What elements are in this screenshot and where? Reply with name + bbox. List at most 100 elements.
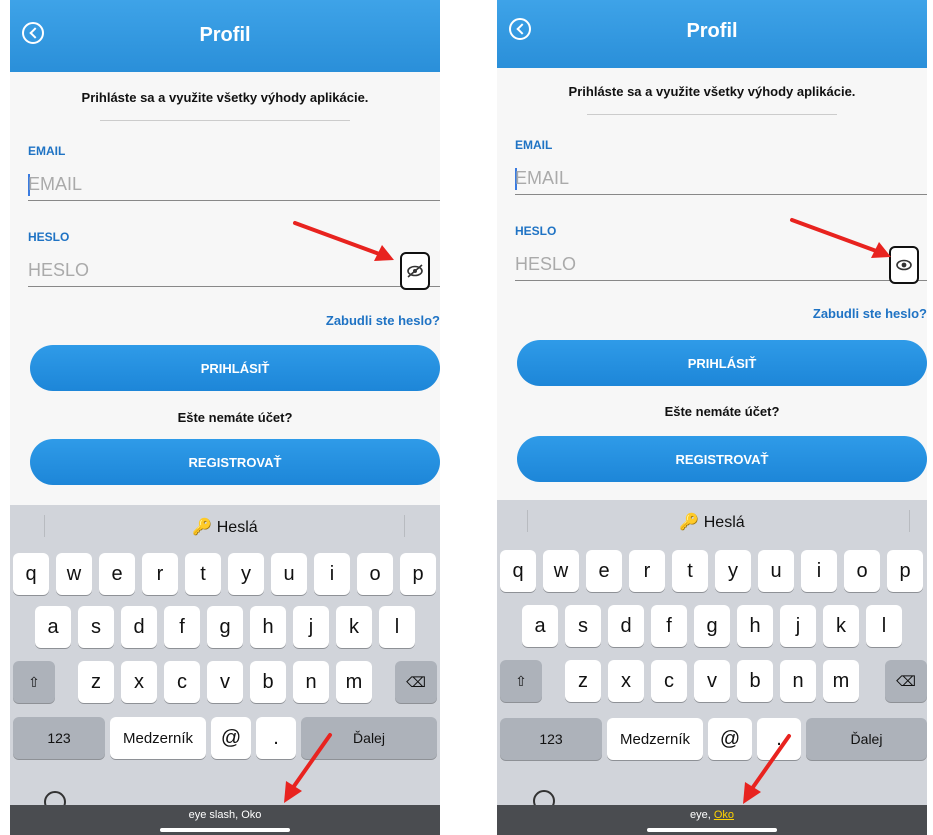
key-l[interactable]: l <box>379 606 415 648</box>
key-y[interactable]: y <box>228 553 264 595</box>
key-z[interactable]: z <box>565 660 601 702</box>
key-n[interactable]: n <box>293 661 329 703</box>
key-d[interactable]: d <box>121 606 157 648</box>
key-r[interactable]: r <box>142 553 178 595</box>
backspace-key[interactable]: ⌫ <box>885 660 927 702</box>
numbers-key[interactable]: 123 <box>500 718 602 760</box>
at-key[interactable]: @ <box>211 717 251 759</box>
key-o[interactable]: o <box>844 550 880 592</box>
key-n[interactable]: n <box>780 660 816 702</box>
email-field[interactable]: EMAIL <box>515 164 927 195</box>
key-icon: 🔑 <box>679 514 700 531</box>
key-i[interactable]: i <box>314 553 350 595</box>
login-button[interactable]: PRIHLÁSIŤ <box>30 345 440 391</box>
header-title: Profil <box>199 24 251 46</box>
key-k[interactable]: k <box>336 606 372 648</box>
key-f[interactable]: f <box>164 606 200 648</box>
forgot-password-link[interactable]: Zabudli ste heslo? <box>326 313 440 328</box>
voiceover-caption-bar: eye, Oko <box>497 805 927 835</box>
key-g[interactable]: g <box>207 606 243 648</box>
password-label: HESLO <box>515 224 557 238</box>
passwords-suggestion[interactable]: 🔑 Heslá <box>10 517 440 537</box>
backspace-icon: ⌫ <box>896 672 916 689</box>
space-key[interactable]: Medzerník <box>607 718 703 760</box>
passwords-suggestion[interactable]: 🔑 Heslá <box>497 512 927 532</box>
key-r[interactable]: r <box>629 550 665 592</box>
voiceover-word: Oko <box>241 809 262 821</box>
eye-slash-icon[interactable] <box>400 252 430 290</box>
key-u[interactable]: u <box>271 553 307 595</box>
home-indicator[interactable] <box>160 828 290 832</box>
key-j[interactable]: j <box>293 606 329 648</box>
key-y[interactable]: y <box>715 550 751 592</box>
home-indicator[interactable] <box>647 828 777 832</box>
key-f[interactable]: f <box>651 605 687 647</box>
login-button[interactable]: PRIHLÁSIŤ <box>517 340 927 386</box>
key-b[interactable]: b <box>737 660 773 702</box>
key-i[interactable]: i <box>801 550 837 592</box>
subtitle: Prihláste sa a využite všetky výhody apl… <box>81 90 369 105</box>
login-form: Prihláste sa a využite všetky výhody apl… <box>10 72 440 505</box>
key-q[interactable]: q <box>13 553 49 595</box>
key-w[interactable]: w <box>56 553 92 595</box>
register-button[interactable]: REGISTROVAŤ <box>30 439 440 485</box>
key-z[interactable]: z <box>78 661 114 703</box>
key-t[interactable]: t <box>185 553 221 595</box>
voiceover-caption-bar: eye slash, Oko <box>10 805 440 835</box>
numbers-key[interactable]: 123 <box>13 717 105 759</box>
key-e[interactable]: e <box>99 553 135 595</box>
key-h[interactable]: h <box>737 605 773 647</box>
key-w[interactable]: w <box>543 550 579 592</box>
key-m[interactable]: m <box>336 661 372 703</box>
space-key[interactable]: Medzerník <box>110 717 206 759</box>
key-c[interactable]: c <box>651 660 687 702</box>
key-m[interactable]: m <box>823 660 859 702</box>
key-v[interactable]: v <box>694 660 730 702</box>
voiceover-word: Oko <box>713 809 735 821</box>
forgot-password-link[interactable]: Zabudli ste heslo? <box>813 306 927 321</box>
divider <box>587 114 837 115</box>
key-s[interactable]: s <box>565 605 601 647</box>
email-placeholder: EMAIL <box>515 168 570 188</box>
passwords-label: Heslá <box>703 514 745 531</box>
voiceover-caption: eye, Oko <box>497 809 927 821</box>
key-k[interactable]: k <box>823 605 859 647</box>
key-q[interactable]: q <box>500 550 536 592</box>
key-d[interactable]: d <box>608 605 644 647</box>
backspace-key[interactable]: ⌫ <box>395 661 437 703</box>
no-account-text: Ešte nemáte účet? <box>177 410 293 425</box>
voiceover-prefix: eye slash, <box>188 809 242 821</box>
password-placeholder: HESLO <box>515 254 577 274</box>
key-e[interactable]: e <box>586 550 622 592</box>
key-s[interactable]: s <box>78 606 114 648</box>
keyboard: 🔑 Heslá q w e r t y u i o p a s d f g h … <box>10 505 440 835</box>
email-field[interactable]: EMAIL <box>28 170 440 201</box>
suggestion-bar: 🔑 Heslá <box>497 500 927 540</box>
key-x[interactable]: x <box>608 660 644 702</box>
email-label: EMAIL <box>515 138 553 152</box>
header: Profil <box>10 0 440 72</box>
register-button[interactable]: REGISTROVAŤ <box>517 436 927 482</box>
key-o[interactable]: o <box>357 553 393 595</box>
passwords-label: Heslá <box>216 519 258 536</box>
key-x[interactable]: x <box>121 661 157 703</box>
key-c[interactable]: c <box>164 661 200 703</box>
shift-key[interactable]: ⇧ <box>500 660 542 702</box>
shift-key[interactable]: ⇧ <box>13 661 55 703</box>
key-p[interactable]: p <box>887 550 923 592</box>
key-h[interactable]: h <box>250 606 286 648</box>
key-u[interactable]: u <box>758 550 794 592</box>
key-a[interactable]: a <box>522 605 558 647</box>
key-g[interactable]: g <box>694 605 730 647</box>
return-key[interactable]: Ďalej <box>806 718 927 760</box>
key-t[interactable]: t <box>672 550 708 592</box>
key-b[interactable]: b <box>250 661 286 703</box>
key-l[interactable]: l <box>866 605 902 647</box>
screen-left: Profil Prihláste sa a využite všetky výh… <box>10 0 440 835</box>
key-a[interactable]: a <box>35 606 71 648</box>
key-p[interactable]: p <box>400 553 436 595</box>
key-icon: 🔑 <box>192 519 213 536</box>
voiceover-prefix: eye, <box>689 809 714 821</box>
key-v[interactable]: v <box>207 661 243 703</box>
key-j[interactable]: j <box>780 605 816 647</box>
